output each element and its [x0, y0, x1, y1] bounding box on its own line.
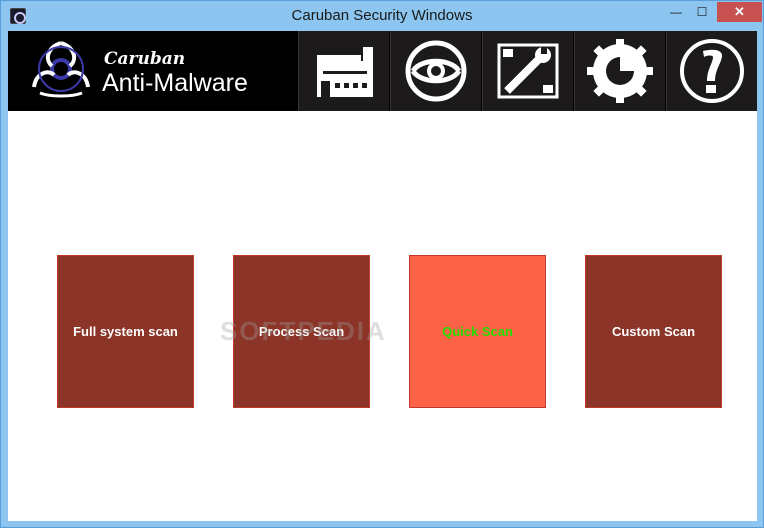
client-area: Caruban Anti-Malware Full system scan Pr…: [8, 31, 757, 521]
maximize-button[interactable]: ☐: [689, 2, 715, 22]
nav-scan-button[interactable]: [298, 31, 389, 111]
title-bar[interactable]: Caruban Security Windows — ☐ ✕: [1, 1, 763, 31]
nav-help-button[interactable]: [666, 31, 757, 111]
nav-monitor-button[interactable]: [390, 31, 481, 111]
watermark: SOFTPEDIA: [220, 316, 387, 346]
minimize-button[interactable]: —: [663, 2, 689, 22]
header-bar: Caruban Anti-Malware: [8, 31, 757, 111]
logo: Caruban Anti-Malware: [8, 31, 298, 111]
app-window: Caruban Security Windows — ☐ ✕ Caruban A…: [0, 0, 764, 528]
logo-brand: Caruban: [104, 49, 186, 69]
building-icon: [317, 47, 373, 97]
exclamation-help-icon: [680, 39, 744, 103]
logo-product: Anti-Malware: [102, 69, 248, 97]
eye-scan-icon: [405, 40, 467, 102]
window-title: Caruban Security Windows: [291, 7, 473, 24]
wrench-tools-icon: [497, 43, 559, 99]
full-system-scan-button[interactable]: Full system scan: [57, 255, 194, 408]
nav-tools-button[interactable]: [482, 31, 573, 111]
nav-update-button[interactable]: [574, 31, 665, 111]
close-button[interactable]: ✕: [717, 2, 762, 22]
biohazard-logo-icon: [32, 41, 90, 98]
custom-scan-button[interactable]: Custom Scan: [585, 255, 722, 408]
quick-scan-button[interactable]: Quick Scan: [409, 255, 546, 408]
gear-update-icon: [587, 39, 653, 103]
